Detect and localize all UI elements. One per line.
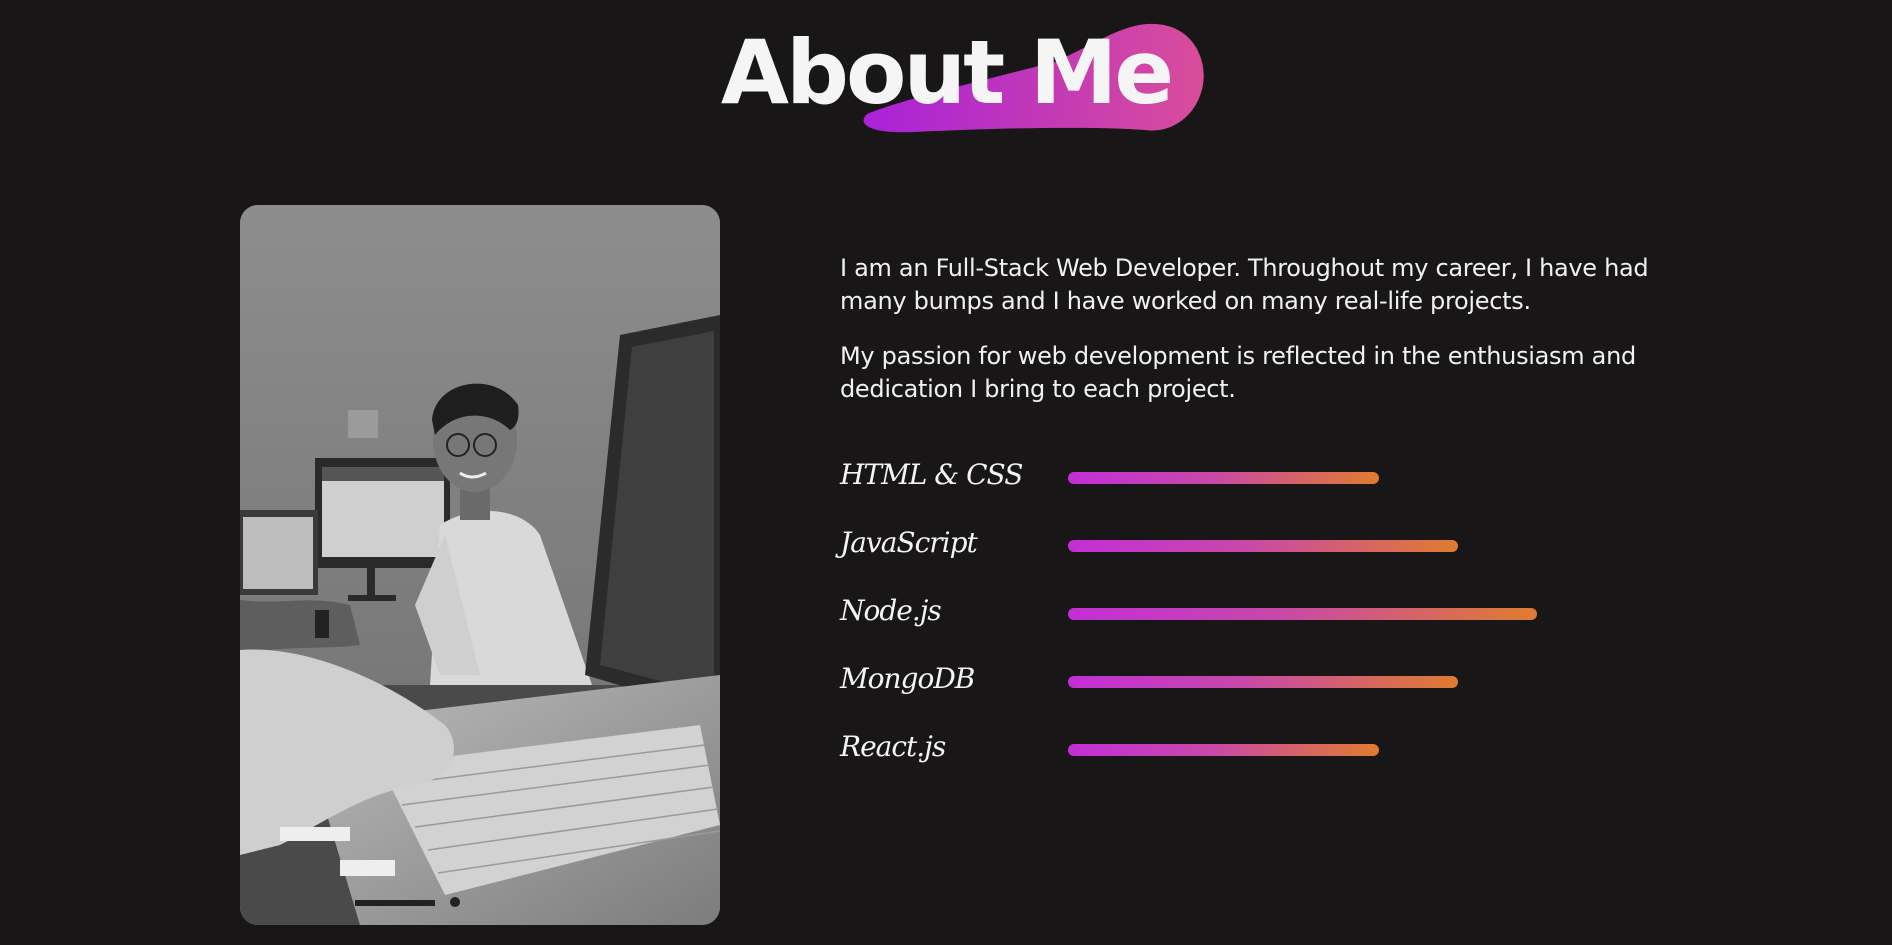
about-section: About Me I am an Full-Stack Web Develope… [0,0,1892,945]
skill-row: React.js [840,722,1640,790]
skill-progress-bar [1068,676,1458,688]
profile-photo-image [240,205,720,925]
skill-name: React.js [840,730,946,763]
about-paragraph: I am an Full-Stack Web Developer. Throug… [840,254,1649,315]
skill-progress-bar [1068,472,1379,484]
skill-name: JavaScript [840,526,978,559]
profile-photo [240,205,720,925]
skill-progress-track [1068,608,1633,620]
skill-progress-track [1068,676,1633,688]
skill-progress-track [1068,472,1633,484]
skill-row: MongoDB [840,654,1640,722]
skill-row: Node.js [840,586,1640,654]
about-paragraph: My passion for web development is reflec… [840,342,1636,403]
skill-name: MongoDB [840,662,975,695]
skill-progress-bar [1068,744,1379,756]
skill-progress-bar [1068,540,1458,552]
about-description: I am an Full-Stack Web Developer. Throug… [840,252,1670,428]
skill-progress-track [1068,744,1633,756]
skills-list: HTML & CSS JavaScript Node.js MongoDB Re… [840,450,1640,790]
skill-row: HTML & CSS [840,450,1640,518]
skill-progress-track [1068,540,1633,552]
skill-name: Node.js [840,594,942,627]
section-heading: About Me [0,0,1892,150]
skill-name: HTML & CSS [840,458,1023,491]
skill-progress-bar [1068,608,1537,620]
page-title: About Me [720,21,1174,124]
skill-row: JavaScript [840,518,1640,586]
